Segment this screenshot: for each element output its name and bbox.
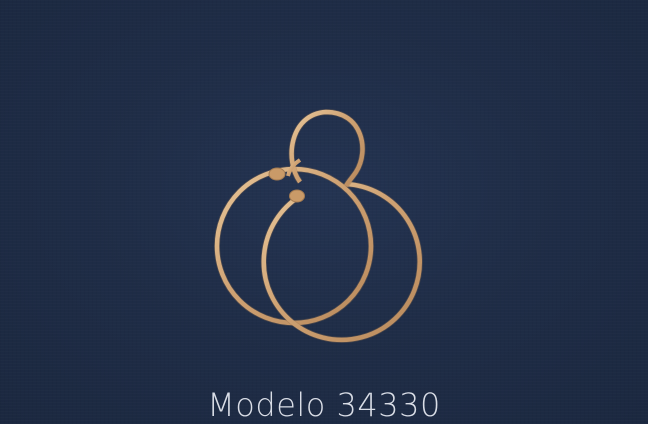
right-hoop <box>260 181 423 343</box>
model-caption: Modelo 34330 <box>207 386 441 424</box>
gold-hoop-earrings <box>214 108 423 343</box>
product-photo: Modelo 34330 <box>0 0 648 424</box>
